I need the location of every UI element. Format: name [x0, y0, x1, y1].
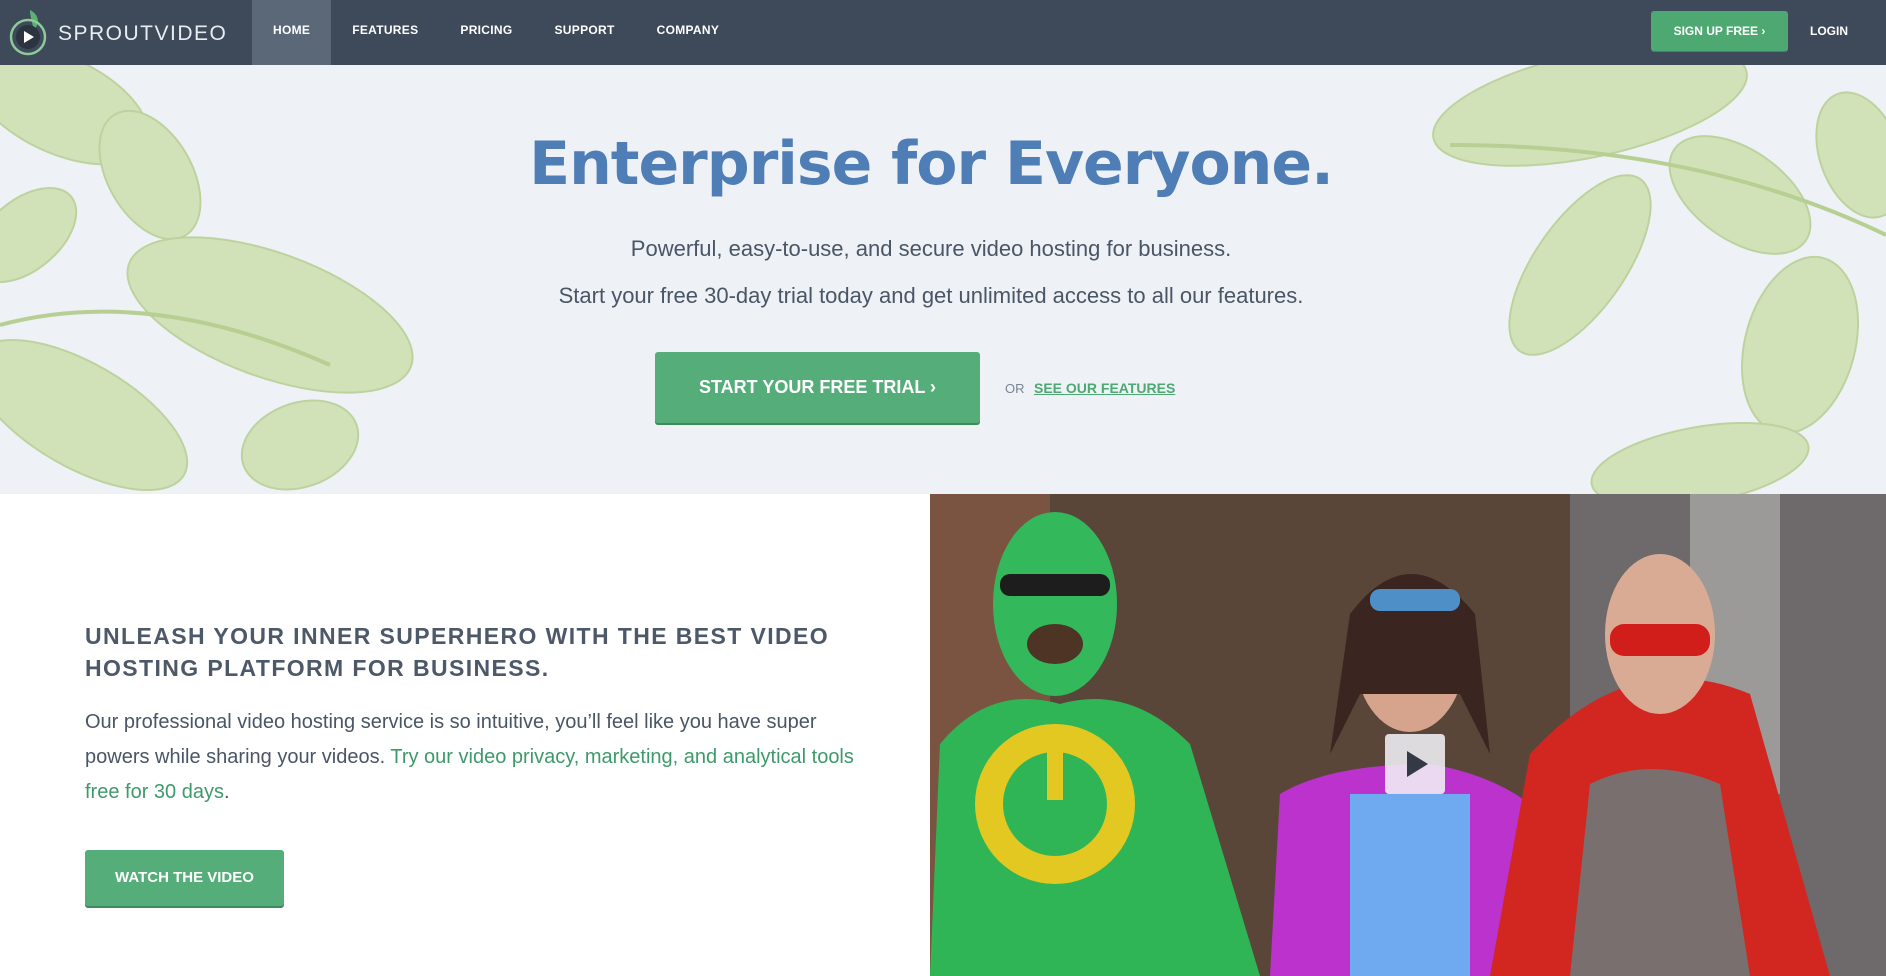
sign-up-label: SIGN UP FREE [1673, 24, 1759, 38]
nav-item-support[interactable]: SUPPORT [534, 0, 636, 65]
play-leaf-icon [8, 6, 52, 56]
start-free-trial-label: START YOUR FREE TRIAL [698, 377, 925, 397]
main-menu: HOME FEATURES PRICING SUPPORT COMPANY [252, 0, 740, 65]
play-button[interactable] [1385, 734, 1445, 794]
nav-item-pricing[interactable]: PRICING [439, 0, 533, 65]
hero-title: Enterprise for Everyone. [529, 129, 1334, 199]
sign-up-free-button[interactable]: SIGN UP FREE › [1651, 11, 1788, 51]
login-link[interactable]: LOGIN [1810, 11, 1848, 51]
video-player[interactable] [930, 494, 1886, 976]
chevron-right-icon: › [930, 377, 937, 397]
start-free-trial-button[interactable]: START YOUR FREE TRIAL › [655, 352, 980, 423]
nav-item-company[interactable]: COMPANY [636, 0, 741, 65]
hero-section: Enterprise for Everyone. Powerful, easy-… [0, 65, 1886, 494]
promo-description: Our professional video hosting service i… [85, 705, 875, 810]
hero-subtitle-secondary: Start your free 30-day trial today and g… [558, 283, 1304, 308]
chevron-right-icon: › [1761, 24, 1766, 38]
watch-the-video-button[interactable]: WATCH THE VIDEO [85, 850, 284, 906]
promo-text-end: . [223, 781, 230, 803]
play-icon [1407, 751, 1428, 777]
see-our-features-link[interactable]: SEE OUR FEATURES [1034, 380, 1175, 396]
nav-item-features[interactable]: FEATURES [331, 0, 439, 65]
nav-item-home[interactable]: HOME [252, 0, 332, 65]
or-separator: OR [1005, 381, 1025, 396]
promo-heading: UNLEASH YOUR INNER SUPERHERO WITH THE BE… [85, 623, 830, 681]
hero-subtitle-primary: Powerful, easy-to-use, and secure video … [630, 236, 1232, 261]
top-navigation: SPROUTVIDEO HOME FEATURES PRICING SUPPOR… [0, 0, 1886, 65]
brand-logo[interactable]: SPROUTVIDEO [8, 6, 227, 56]
brand-name: SPROUTVIDEO [58, 22, 228, 45]
